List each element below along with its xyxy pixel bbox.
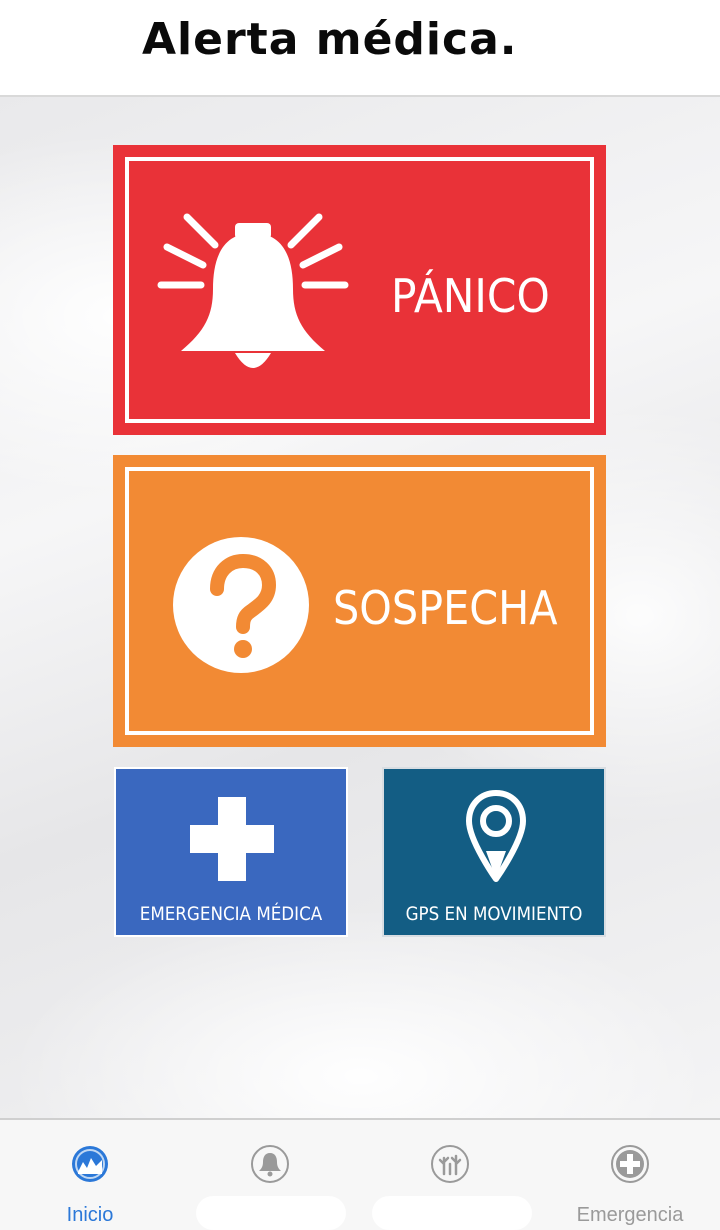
question-icon <box>173 537 309 673</box>
smudge-overlay <box>372 1196 532 1230</box>
gps-moving-button[interactable]: GPS EN MOVIMIENTO <box>382 767 606 937</box>
tab-bar: Inicio Emergencia <box>0 1118 720 1230</box>
bell-icon <box>157 213 349 368</box>
medical-cross-icon <box>190 797 274 881</box>
smudge-overlay <box>196 1196 346 1230</box>
suspicion-button[interactable]: SOSPECHA <box>113 455 606 747</box>
tab-emergencia[interactable]: Emergencia <box>540 1120 720 1230</box>
bell-icon <box>251 1145 289 1183</box>
tab-inicio[interactable]: Inicio <box>0 1120 180 1230</box>
panic-button[interactable]: PÁNICO <box>113 145 606 435</box>
medical-emergency-button[interactable]: EMERGENCIA MÉDICA <box>114 767 348 937</box>
page-title: Alerta médica. <box>142 14 518 65</box>
home-icon <box>72 1146 108 1182</box>
medical-emergency-label: EMERGENCIA MÉDICA <box>139 903 323 925</box>
suspicion-label: SOSPECHA <box>333 581 558 635</box>
app-header: Alerta médica. <box>0 0 720 97</box>
tree-icon <box>431 1145 469 1183</box>
tab-label: Inicio <box>66 1204 114 1226</box>
tab-label: Emergencia <box>576 1204 684 1226</box>
panic-label: PÁNICO <box>391 269 550 323</box>
map-pin-icon <box>466 790 526 882</box>
gps-moving-label: GPS EN MOVIMIENTO <box>405 903 583 925</box>
medical-cross-icon <box>611 1145 649 1183</box>
